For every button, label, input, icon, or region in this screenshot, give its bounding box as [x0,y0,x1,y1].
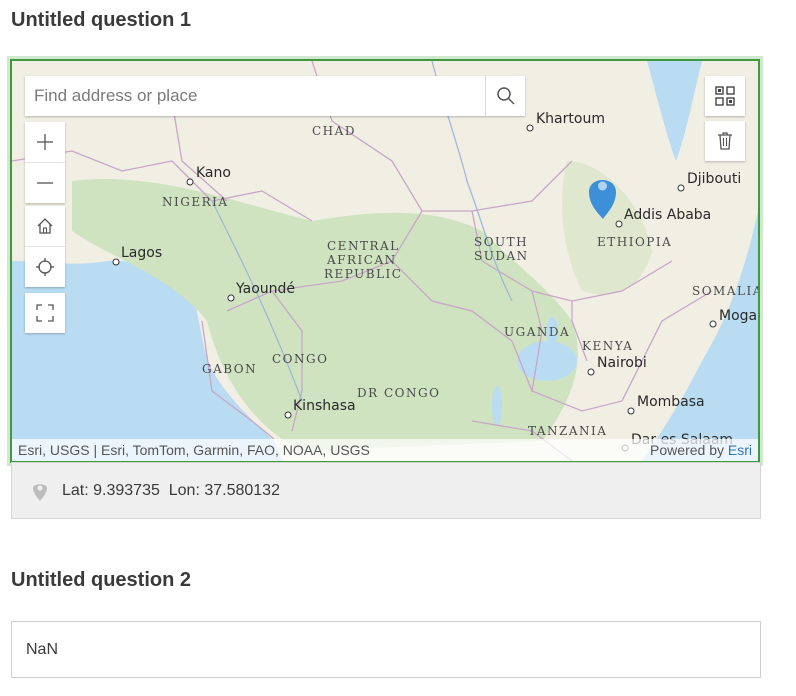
minus-icon [37,182,53,184]
country-label: ETHIOPIA [597,235,672,249]
nav-controls [25,206,65,287]
country-label: KENYA [582,339,633,353]
city-label: Mombasa [637,394,705,410]
city-label: Yaoundé [235,281,295,297]
country-label: DR CONGO [357,386,440,400]
basemap-gallery-button[interactable] [705,76,745,116]
country-label: NIGERIA [162,195,229,209]
locate-button[interactable] [25,246,65,287]
fullscreen-controls [25,293,65,333]
search-icon [496,87,515,105]
city-label: Lagos [121,245,162,261]
country-label: TANZANIA [528,424,607,438]
search-button[interactable] [485,76,525,116]
fullscreen-icon [36,304,54,322]
city-label: Kinshasa [293,398,356,414]
country-label: CHAD [312,124,356,138]
country-label: AFRICAN [326,253,397,267]
home-icon [37,218,53,234]
zoom-controls [25,122,65,203]
question-title: Untitled question 2 [11,569,191,591]
delete-button[interactable] [705,121,745,161]
city-label: Addis Ababa [624,207,711,223]
search-bar [25,76,525,116]
country-label: SOUTH [474,235,528,249]
attribution-text: Esri, USGS | Esri, TomTom, Garmin, FAO, … [18,442,370,458]
zoom-out-button[interactable] [25,162,65,203]
location-marker-icon [33,483,47,501]
city-label: Djibouti [687,171,741,187]
esri-link[interactable]: Esri [728,442,752,458]
powered-by-text: Powered by [650,442,724,458]
map-attribution: Esri, USGS | Esri, TomTom, Garmin, FAO, … [12,439,758,461]
zoom-in-button[interactable] [25,122,65,162]
country-label: REPUBLIC [324,267,402,281]
home-button[interactable] [25,206,65,246]
city-label: Khartoum [536,111,605,127]
trash-icon [718,132,732,150]
city-label: Kano [196,165,231,181]
powered-by: Powered by Esri [650,442,752,458]
locate-icon [36,258,54,276]
map-view[interactable]: CHAD NIGERIA CENTRAL AFRICAN REPUBLIC SO… [10,59,760,463]
answer-input[interactable]: NaN [11,621,761,678]
fullscreen-button[interactable] [25,293,65,333]
country-label: GABON [202,362,257,376]
country-label: CONGO [272,352,328,366]
country-label: SOMALIA [692,284,758,298]
country-label: UGANDA [504,325,570,339]
city-label: Nairobi [597,355,647,371]
country-label: CENTRAL [327,239,400,253]
coordinates-text: Lat: 9.393735 Lon: 37.580132 [62,481,280,499]
plus-icon [37,134,53,150]
qr-grid-icon [715,86,735,106]
search-input[interactable] [25,76,485,116]
map-canvas[interactable]: CHAD NIGERIA CENTRAL AFRICAN REPUBLIC SO… [12,61,758,461]
city-label: Mogad [719,308,758,324]
question-title: Untitled question 1 [11,9,191,31]
coordinates-display: Lat: 9.393735 Lon: 37.580132 [11,462,761,519]
country-label: SUDAN [474,249,529,263]
